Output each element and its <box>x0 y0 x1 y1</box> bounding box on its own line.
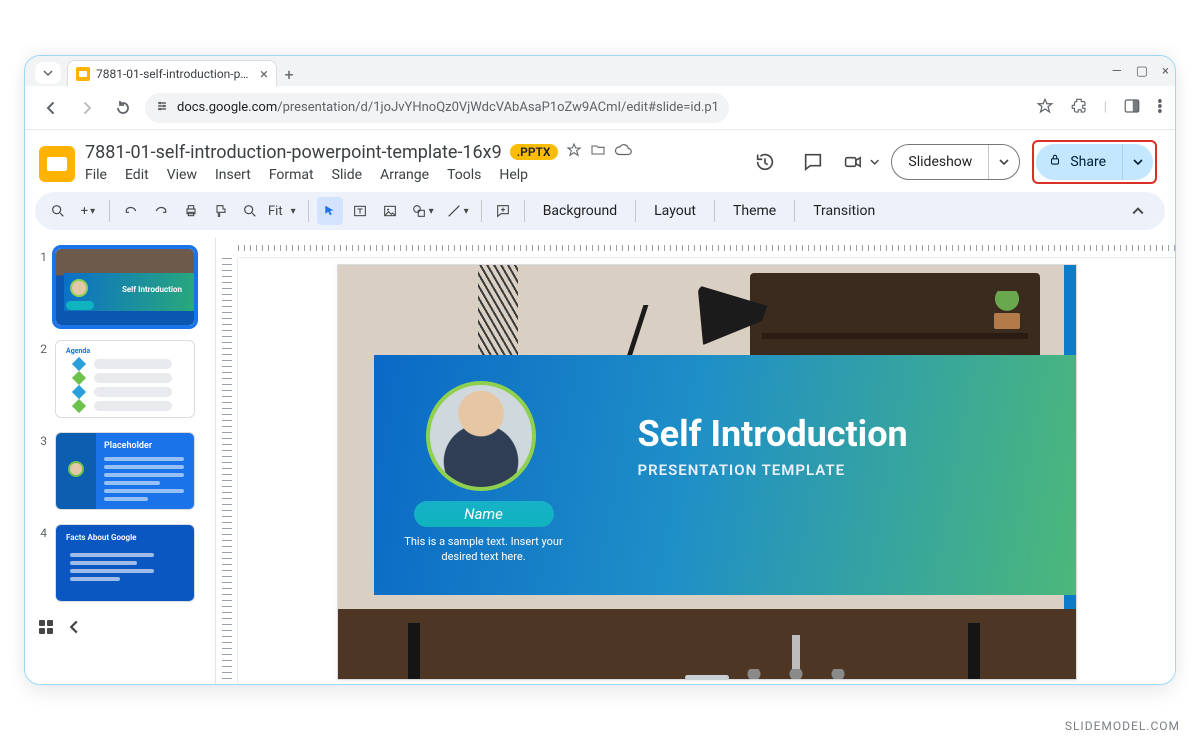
menu-file[interactable]: File <box>85 167 107 183</box>
slide[interactable]: Name This is a sample text. Insert your … <box>337 264 1077 680</box>
tabs-dropdown[interactable] <box>35 62 61 84</box>
slide-subtitle[interactable]: PRESENTATION TEMPLATE <box>638 461 846 479</box>
window-controls: — ▢ × <box>1112 56 1169 86</box>
slide-thumb-2[interactable]: Agenda <box>55 340 195 418</box>
layout-button[interactable]: Layout <box>644 203 706 219</box>
slide-thumb-1[interactable]: Self Introduction <box>55 248 195 326</box>
line-tool[interactable]: ▾ <box>442 197 473 225</box>
close-window-icon[interactable]: × <box>1162 64 1169 79</box>
share-dropdown[interactable] <box>1123 157 1153 167</box>
prev-slide-icon[interactable] <box>67 620 81 638</box>
name-chip[interactable]: Name <box>414 501 554 527</box>
print-button[interactable] <box>178 197 204 225</box>
work-area: 1 Self Introduction 2 Agenda <box>25 238 1175 684</box>
vertical-ruler[interactable] <box>216 258 238 684</box>
menu-slide[interactable]: Slide <box>332 167 362 183</box>
undo-button[interactable] <box>118 197 144 225</box>
paint-format-button[interactable] <box>208 197 234 225</box>
comment-add-icon[interactable] <box>490 197 516 225</box>
select-tool[interactable] <box>317 197 343 225</box>
meet-button[interactable] <box>843 144 879 180</box>
slideshow-dropdown[interactable] <box>989 157 1019 167</box>
theme-button[interactable]: Theme <box>723 203 786 219</box>
thumb-number: 4 <box>37 524 47 602</box>
maximize-icon[interactable]: ▢ <box>1136 64 1148 79</box>
menu-edit[interactable]: Edit <box>125 167 149 183</box>
lock-icon <box>1048 153 1062 171</box>
url-text: docs.google.com/presentation/d/1joJvYHno… <box>177 100 719 115</box>
zoom-control[interactable]: Fit ▾ <box>238 197 300 225</box>
search-menus-icon[interactable] <box>45 197 71 225</box>
horizontal-ruler[interactable] <box>238 238 1175 258</box>
menu-help[interactable]: Help <box>499 167 528 183</box>
document-title[interactable]: 7881-01-self-introduction-powerpoint-tem… <box>85 142 502 163</box>
address-bar: docs.google.com/presentation/d/1joJvYHno… <box>25 86 1175 130</box>
redo-button[interactable] <box>148 197 174 225</box>
slide-thumb-3[interactable]: Placeholder <box>55 432 195 510</box>
browser-menu-icon[interactable]: ••• <box>1157 100 1163 115</box>
avatar-image[interactable] <box>426 381 536 491</box>
share-button[interactable]: Share <box>1036 144 1153 180</box>
image-tool[interactable] <box>377 197 403 225</box>
new-tab-button[interactable]: + <box>277 62 301 86</box>
menu-format[interactable]: Format <box>269 167 314 183</box>
thumb-number: 1 <box>37 248 47 326</box>
toolbar: +▾ Fit ▾ ▾ ▾ Background Layout Th <box>35 192 1165 230</box>
bookmark-icon[interactable] <box>1036 97 1054 119</box>
shape-tool[interactable]: ▾ <box>407 197 438 225</box>
close-tab-icon[interactable]: × <box>260 65 268 83</box>
new-slide-button[interactable]: +▾ <box>75 197 101 225</box>
background-button[interactable]: Background <box>533 203 627 219</box>
move-icon[interactable] <box>590 142 606 162</box>
menu-view[interactable]: View <box>167 167 197 183</box>
menu-insert[interactable]: Insert <box>215 167 251 183</box>
tab-title: 7881-01-self-introduction-pow <box>96 67 254 81</box>
star-icon[interactable] <box>566 142 582 162</box>
zoom-label: Fit <box>268 204 283 219</box>
slideshow-label[interactable]: Slideshow <box>892 145 989 179</box>
thumb-number: 2 <box>37 340 47 418</box>
minimize-icon[interactable]: — <box>1112 64 1122 79</box>
share-label: Share <box>1070 154 1106 170</box>
sample-text[interactable]: This is a sample text. Insert your desir… <box>398 535 570 565</box>
slides-logo-icon[interactable] <box>39 146 75 182</box>
forward-button[interactable] <box>73 94 101 122</box>
cloud-status-icon[interactable] <box>614 141 632 163</box>
app-header: 7881-01-self-introduction-powerpoint-tem… <box>25 130 1175 190</box>
menu-arrange[interactable]: Arrange <box>380 167 429 183</box>
collapse-toolbar-icon[interactable] <box>1125 197 1151 225</box>
reload-button[interactable] <box>109 94 137 122</box>
slide-viewport[interactable]: Name This is a sample text. Insert your … <box>238 258 1175 684</box>
url-box[interactable]: docs.google.com/presentation/d/1joJvYHno… <box>145 93 729 123</box>
filmstrip[interactable]: 1 Self Introduction 2 Agenda <box>25 238 215 684</box>
thumb-number: 3 <box>37 432 47 510</box>
slide-thumb-4[interactable]: Facts About Google <box>55 524 195 602</box>
transition-button[interactable]: Transition <box>803 203 885 219</box>
watermark: SLIDEMODEL.COM <box>1065 719 1180 733</box>
slide-canvas-area: Name This is a sample text. Insert your … <box>215 238 1175 684</box>
share-highlight: Share <box>1032 140 1157 184</box>
comments-icon[interactable] <box>795 144 831 180</box>
slide-title[interactable]: Self Introduction <box>638 413 908 455</box>
slideshow-button[interactable]: Slideshow <box>891 144 1020 180</box>
side-panel-icon[interactable] <box>1123 97 1141 119</box>
grid-view-icon[interactable] <box>39 620 53 638</box>
version-history-icon[interactable] <box>747 144 783 180</box>
site-settings-icon[interactable] <box>155 99 169 116</box>
menu-tools[interactable]: Tools <box>447 167 481 183</box>
textbox-tool[interactable] <box>347 197 373 225</box>
browser-tab[interactable]: 7881-01-self-introduction-pow × <box>67 60 277 86</box>
back-button[interactable] <box>37 94 65 122</box>
browser-window: 7881-01-self-introduction-pow × + — ▢ × <box>24 55 1176 685</box>
tab-strip: 7881-01-self-introduction-pow × + — ▢ × <box>25 56 1175 86</box>
extensions-icon[interactable] <box>1070 97 1088 119</box>
horizontal-scroll-handle[interactable] <box>685 675 729 680</box>
slides-favicon <box>76 67 90 81</box>
menu-bar: File Edit View Insert Format Slide Arran… <box>85 167 737 183</box>
format-badge[interactable]: .PPTX <box>510 144 558 160</box>
